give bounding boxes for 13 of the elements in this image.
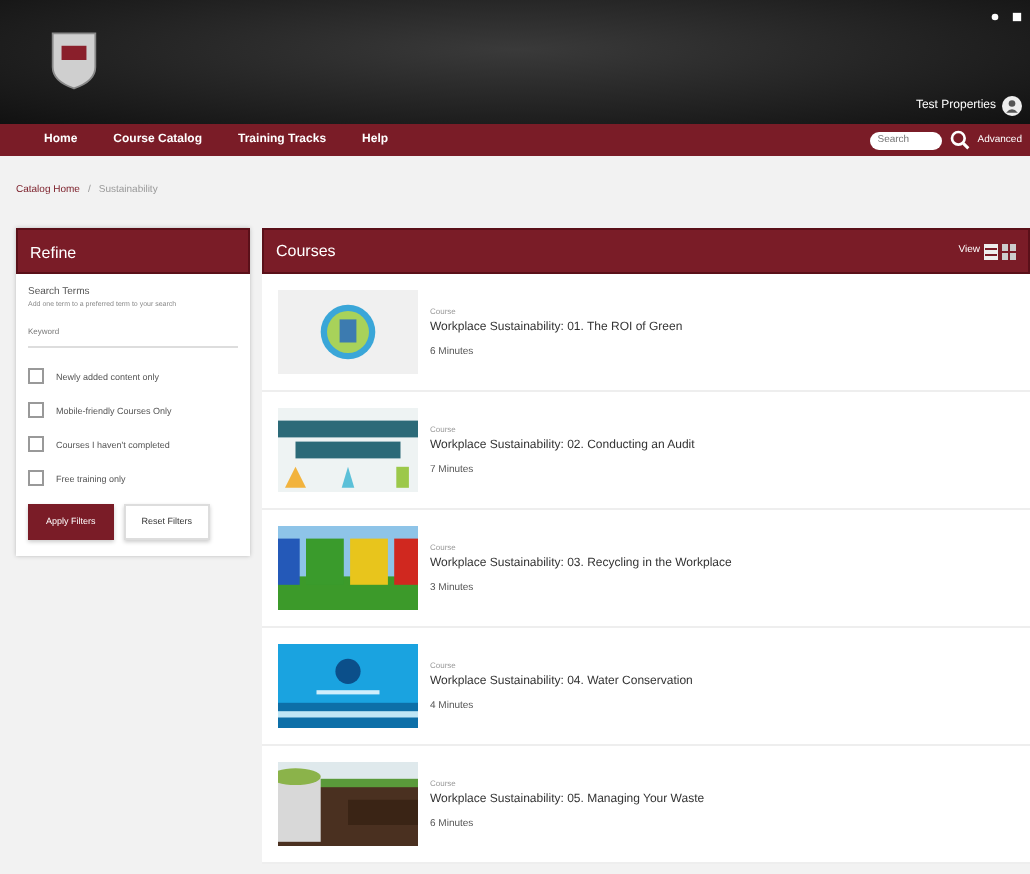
- dot-icon: [990, 12, 1000, 22]
- checkbox[interactable]: [28, 436, 44, 452]
- list-view-icon: [984, 243, 998, 259]
- shield-icon: [48, 28, 100, 92]
- avatar-icon: [1002, 96, 1022, 116]
- grid-view-icon: [1002, 243, 1016, 259]
- square-icon: [1012, 12, 1022, 22]
- checkbox[interactable]: [28, 470, 44, 486]
- panel-title: Courses: [276, 240, 336, 264]
- checkbox[interactable]: [28, 368, 44, 384]
- search-icon: [949, 130, 970, 150]
- checkbox[interactable]: [28, 402, 44, 418]
- panel-header: Refine: [16, 228, 250, 274]
